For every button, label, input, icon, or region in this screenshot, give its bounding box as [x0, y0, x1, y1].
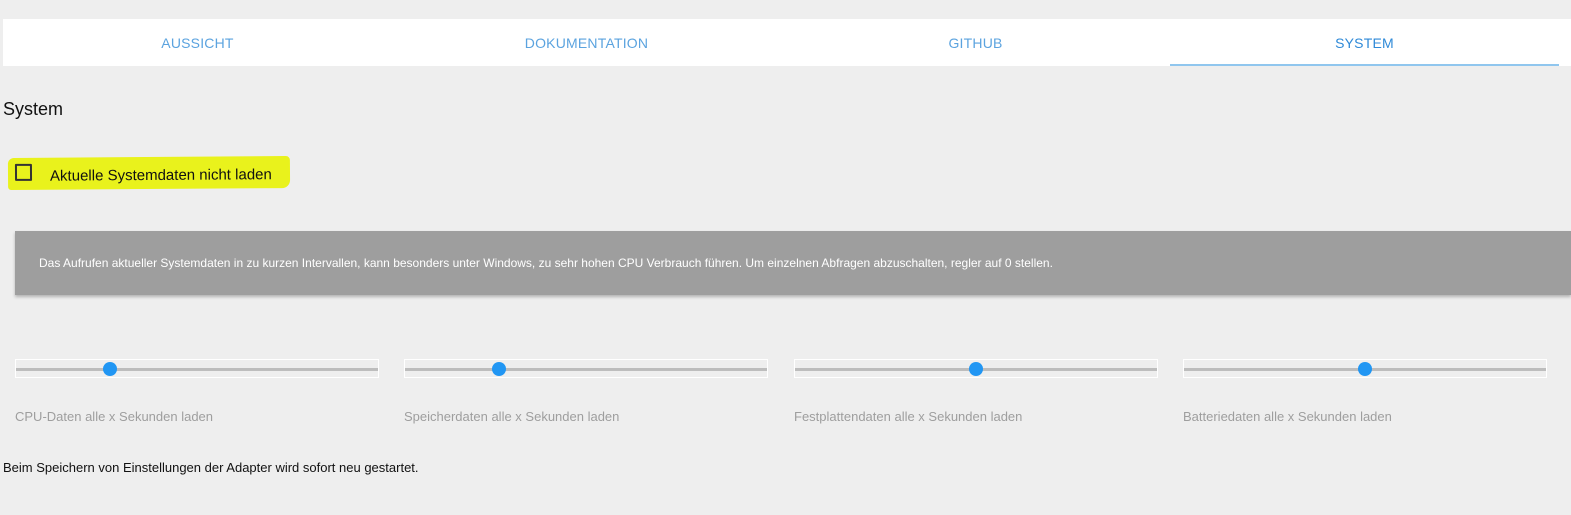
- disk-interval-label: Festplattendaten alle x Sekunden laden: [794, 409, 1023, 424]
- info-text: Das Aufrufen aktueller Systemdaten in zu…: [39, 256, 1053, 270]
- tab-bar: AUSSICHT DOKUMENTATION GITHUB SYSTEM: [3, 19, 1571, 66]
- tab-system[interactable]: SYSTEM: [1170, 19, 1559, 66]
- slider-thumb[interactable]: [103, 362, 118, 376]
- cpu-interval-label: CPU-Daten alle x Sekunden laden: [15, 409, 214, 424]
- slider-thumb[interactable]: [969, 362, 983, 376]
- disable-systemdata-label[interactable]: Aktuelle Systemdaten nicht laden: [50, 166, 272, 185]
- disk-interval-slider[interactable]: [794, 359, 1158, 378]
- disable-systemdata-checkbox[interactable]: [14, 163, 33, 181]
- tab-aussicht[interactable]: AUSSICHT: [3, 19, 392, 66]
- memory-interval-slider[interactable]: [404, 359, 768, 378]
- tab-dokumentation[interactable]: DOKUMENTATION: [392, 19, 781, 66]
- page-title: System: [3, 99, 64, 119]
- cpu-interval-slider[interactable]: [15, 359, 379, 378]
- memory-interval-label: Speicherdaten alle x Sekunden laden: [404, 409, 620, 424]
- info-banner: Das Aufrufen aktueller Systemdaten in zu…: [15, 231, 1571, 295]
- slider-track: [405, 368, 767, 371]
- battery-interval-slider[interactable]: [1183, 359, 1547, 378]
- slider-track: [16, 368, 378, 371]
- slider-thumb[interactable]: [1358, 362, 1372, 376]
- slider-thumb[interactable]: [492, 362, 507, 376]
- tab-github[interactable]: GITHUB: [781, 19, 1170, 66]
- battery-interval-label: Batteriedaten alle x Sekunden laden: [1183, 409, 1392, 424]
- option-highlight: Aktuelle Systemdaten nicht laden: [7, 156, 291, 190]
- restart-note: Beim Speichern von Einstellungen der Ada…: [3, 460, 419, 475]
